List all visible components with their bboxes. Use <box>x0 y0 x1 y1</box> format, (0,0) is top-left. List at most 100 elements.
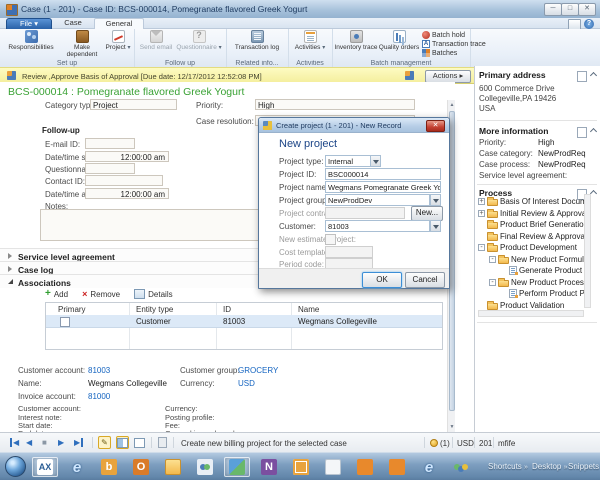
process-tree-item[interactable]: - Product Development <box>478 242 586 253</box>
previous-record-button[interactable]: ◀ <box>26 438 32 447</box>
project-id-field[interactable]: BSC000014 <box>325 168 441 180</box>
responsibilities-button[interactable]: Responsibilities <box>2 30 60 51</box>
notifications-bell-icon[interactable] <box>430 439 438 447</box>
project-name-field[interactable]: Wegmans Pomegranate Greek Yogurt <box>325 181 441 193</box>
view-split-button[interactable] <box>116 436 129 449</box>
start-button[interactable] <box>5 456 26 477</box>
collapse-minus-icon[interactable]: - <box>489 279 496 286</box>
collapse-minus-icon[interactable]: - <box>489 256 496 263</box>
taskbar-internet-explorer-icon[interactable]: e <box>64 457 90 477</box>
more-information-header[interactable]: More information <box>479 126 548 136</box>
maximize-button[interactable]: □ <box>561 3 579 16</box>
stop-button[interactable]: ■ <box>42 438 47 447</box>
view-full-button[interactable] <box>133 436 146 449</box>
taskbar-outlook-icon[interactable]: O <box>128 457 154 477</box>
project-group-field[interactable]: NewProdDev <box>325 194 430 206</box>
transaction-trace-button[interactable]: A Transaction trace <box>422 40 486 48</box>
email-id-field[interactable] <box>85 138 135 149</box>
tree-scrollbar-vertical[interactable] <box>584 194 591 308</box>
collapse-chevron-icon[interactable] <box>589 189 598 198</box>
status-currency[interactable]: USD <box>457 439 474 448</box>
inventory-trace-button[interactable]: Inventory trace <box>334 30 378 51</box>
dialog-close-button[interactable]: ✕ <box>426 120 445 132</box>
details-button[interactable]: Details <box>134 289 173 299</box>
tab-case[interactable]: Case <box>54 18 92 28</box>
close-window-button[interactable]: ✕ <box>578 3 596 16</box>
primary-address-header[interactable]: Primary address <box>479 70 546 80</box>
process-tree-item[interactable]: Perform Product Processi <box>500 288 586 299</box>
taskbar-bing-icon[interactable]: b <box>96 457 122 477</box>
activities-button[interactable]: Activities ▾ <box>290 30 330 52</box>
project-type-dropdown-icon[interactable] <box>370 155 381 167</box>
add-button[interactable]: + Add <box>45 289 68 299</box>
datetime-sent-field[interactable]: 12:00:00 am <box>85 151 169 162</box>
customer-dropdown-icon[interactable] <box>430 220 441 232</box>
toolbar-desktop[interactable]: Desktop » <box>532 462 568 471</box>
paste-button[interactable] <box>156 436 169 449</box>
datetime-answered-field[interactable]: 12:00:00 am <box>85 188 169 199</box>
next-record-button[interactable]: ▶ <box>58 438 64 447</box>
project-group-dropdown-icon[interactable] <box>430 194 441 206</box>
contact-id-field[interactable] <box>85 175 163 186</box>
status-user[interactable]: mfife <box>498 439 515 448</box>
remove-button[interactable]: × Remove <box>82 290 120 299</box>
quality-orders-button[interactable]: Quality orders <box>378 30 420 51</box>
questionnaire-field[interactable] <box>85 163 135 174</box>
first-record-button[interactable]: ◀ <box>10 438 19 447</box>
taskbar-document-icon[interactable] <box>320 457 346 477</box>
scroll-up-icon[interactable]: ▲ <box>449 102 456 108</box>
toolbar-snippets[interactable]: Snippets » <box>568 462 600 471</box>
collapse-chevron-icon[interactable] <box>589 127 598 136</box>
last-record-button[interactable]: ▶ <box>74 438 84 447</box>
project-button[interactable]: Project ▾ <box>104 30 132 52</box>
batches-button[interactable]: Batches <box>422 49 457 57</box>
make-dependent-button[interactable]: Make dependent <box>62 30 102 58</box>
category-type-field[interactable]: Project <box>90 99 177 110</box>
process-tree-item[interactable]: Final Review & Approval <box>478 231 586 242</box>
taskbar-ie2-icon[interactable]: e <box>416 457 442 477</box>
collapse-minus-icon[interactable]: - <box>478 244 485 251</box>
taskbar-dynamics-app1-icon[interactable] <box>352 457 378 477</box>
collapse-chevron-icon[interactable] <box>589 71 598 80</box>
process-tree-item[interactable]: - New Product Processing <box>489 277 586 288</box>
process-tree-item[interactable]: + Initial Review & Approval <box>478 208 586 219</box>
taskbar-onenote-icon[interactable]: N <box>256 457 282 477</box>
customer-group-link[interactable]: GROCERY <box>238 366 278 375</box>
edit-mode-button[interactable]: ✎ <box>98 436 111 449</box>
taskbar-office-grid-icon[interactable] <box>288 457 314 477</box>
expand-plus-icon[interactable]: + <box>478 198 485 205</box>
primary-checkbox[interactable] <box>60 317 70 327</box>
minimize-button[interactable]: ─ <box>544 3 562 16</box>
taskbar-contacts-icon[interactable] <box>192 457 218 477</box>
scroll-down-icon[interactable]: ▼ <box>449 424 456 430</box>
taskbar-picture-app-icon[interactable] <box>224 457 250 477</box>
dialog-titlebar[interactable]: Create project (1 - 201) - New Record ✕ <box>259 118 449 133</box>
taskbar-explorer-icon[interactable] <box>160 457 186 477</box>
currency-link[interactable]: USD <box>238 379 255 388</box>
priority-field[interactable]: High <box>255 99 415 110</box>
transaction-log-button[interactable]: Transaction log <box>230 30 284 51</box>
page-icon[interactable] <box>577 127 587 138</box>
status-company[interactable]: 201 <box>479 439 492 448</box>
window-titlebar[interactable]: Case (1 - 201) - Case ID: BCS-000014, Po… <box>0 0 600 19</box>
process-tree-item[interactable]: + Basis Of Interest Documentation <box>478 196 586 207</box>
ok-button[interactable]: OK <box>362 272 402 288</box>
process-tree-item[interactable]: Product Brief Generation <box>478 219 586 230</box>
customer-field[interactable]: 81003 <box>325 220 430 232</box>
help-icon[interactable]: ? <box>584 18 594 29</box>
process-tree-item[interactable]: Generate Product Formul <box>500 265 586 276</box>
new-contract-button[interactable]: New... <box>411 206 443 221</box>
taskbar-dynamics-app2-icon[interactable] <box>384 457 410 477</box>
tree-scrollbar-horizontal[interactable] <box>478 310 584 317</box>
taskbar-dynamics-ax-icon[interactable]: AX <box>32 457 58 477</box>
page-icon[interactable] <box>577 71 587 82</box>
customer-account-link[interactable]: 81003 <box>88 366 110 375</box>
toolbar-shortcuts[interactable]: Shortcuts » <box>488 462 528 471</box>
invoice-account-link[interactable]: 81000 <box>88 392 110 401</box>
association-row[interactable]: Customer 81003 Wegmans Collegeville <box>46 315 442 328</box>
expand-plus-icon[interactable]: + <box>478 210 485 217</box>
cancel-button[interactable]: Cancel <box>405 272 445 288</box>
notification-count[interactable]: (1) <box>440 439 450 448</box>
process-tree-item[interactable]: - New Product Formulation <box>489 254 586 265</box>
batch-hold-button[interactable]: Batch hold <box>422 31 465 39</box>
